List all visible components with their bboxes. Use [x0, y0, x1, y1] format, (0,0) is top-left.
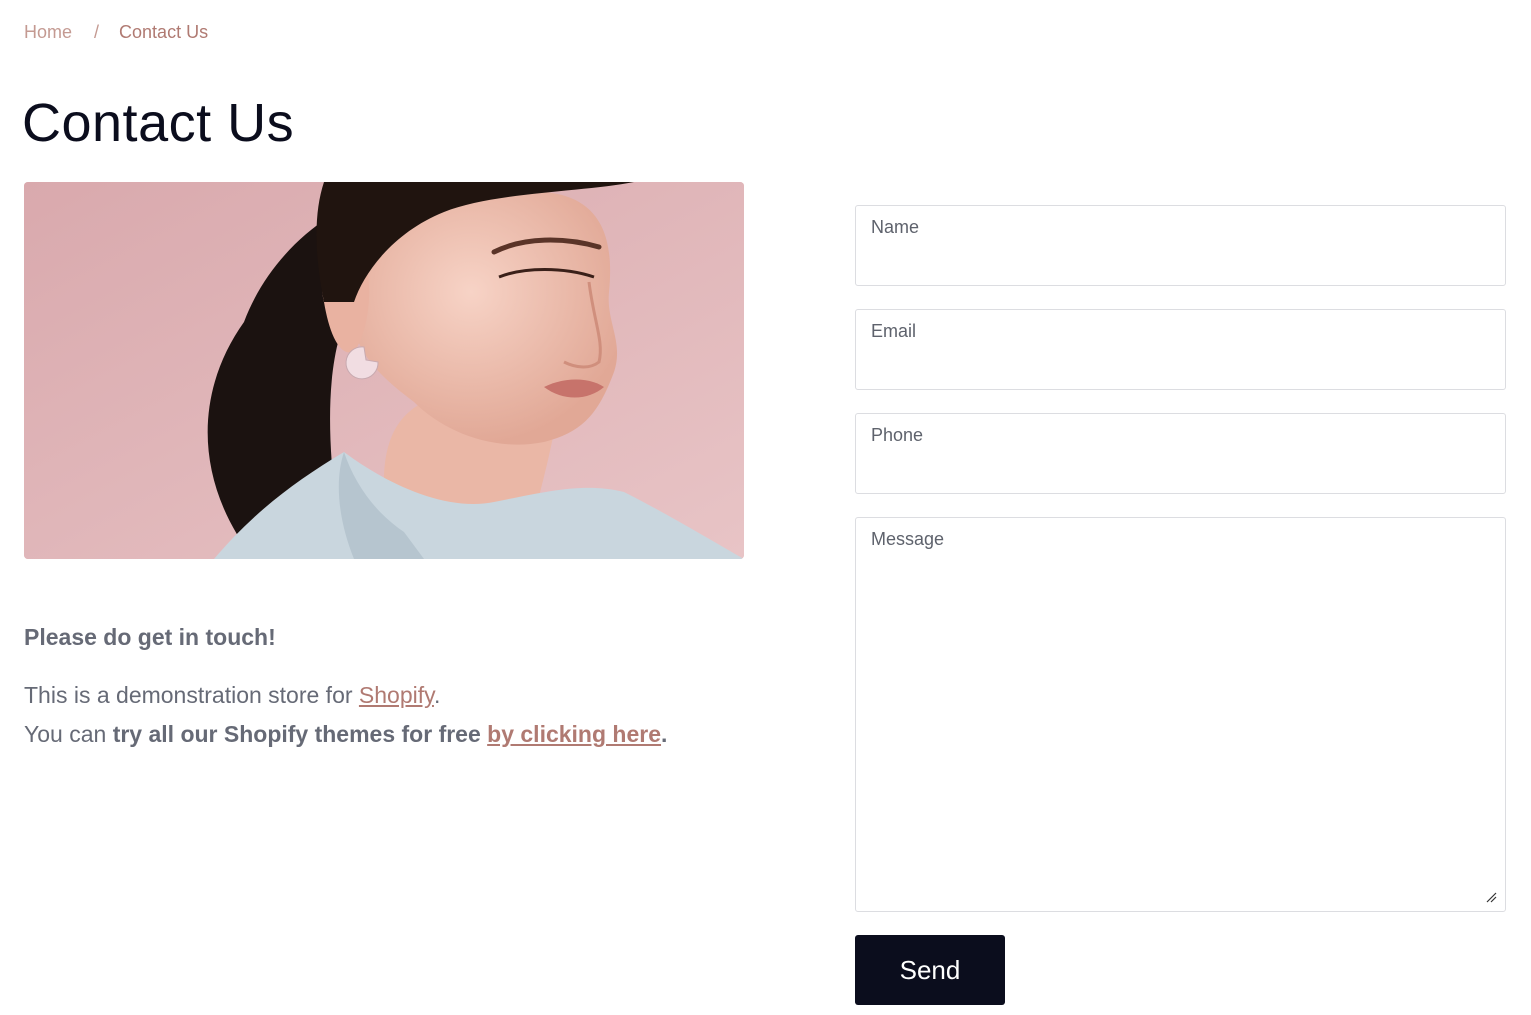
clicking-here-link[interactable]: by clicking here: [487, 721, 661, 747]
resize-handle-icon[interactable]: [1485, 891, 1497, 903]
message-field: Message: [855, 517, 1506, 912]
page-title: Contact Us: [22, 93, 295, 153]
contact-form: Name Email Phone Message Send: [855, 205, 1506, 1005]
hero-portrait-image: [24, 182, 744, 559]
intro-line-1-suffix: .: [433, 682, 441, 708]
breadcrumb-separator: /: [94, 22, 100, 42]
email-input[interactable]: [856, 310, 1505, 389]
intro-line-1-prefix: This is a demonstration store for: [24, 682, 359, 708]
intro-line-2-prefix: You can: [24, 721, 113, 747]
name-field: Name: [855, 205, 1506, 286]
intro-text: This is a demonstration store for Shopif…: [24, 676, 667, 754]
name-input[interactable]: [856, 206, 1505, 285]
contact-page: Home / Contact Us Contact Us Please do g…: [0, 0, 1531, 1015]
breadcrumb-current: Contact Us: [119, 22, 209, 42]
intro-line-2-bold: try all our Shopify themes for free: [112, 721, 488, 747]
shopify-link[interactable]: Shopify: [359, 682, 434, 708]
intro-line-2: You can try all our Shopify themes for f…: [24, 715, 667, 754]
phone-field: Phone: [855, 413, 1506, 494]
email-field: Email: [855, 309, 1506, 390]
intro-line-1: This is a demonstration store for Shopif…: [24, 676, 667, 715]
contact-heading: Please do get in touch!: [24, 624, 276, 650]
intro-line-2-suffix: .: [661, 721, 668, 747]
breadcrumb: Home / Contact Us: [24, 22, 208, 43]
send-button[interactable]: Send: [855, 935, 1005, 1005]
phone-input[interactable]: [856, 414, 1505, 493]
breadcrumb-home-link[interactable]: Home: [24, 22, 72, 43]
message-textarea[interactable]: [856, 518, 1505, 911]
